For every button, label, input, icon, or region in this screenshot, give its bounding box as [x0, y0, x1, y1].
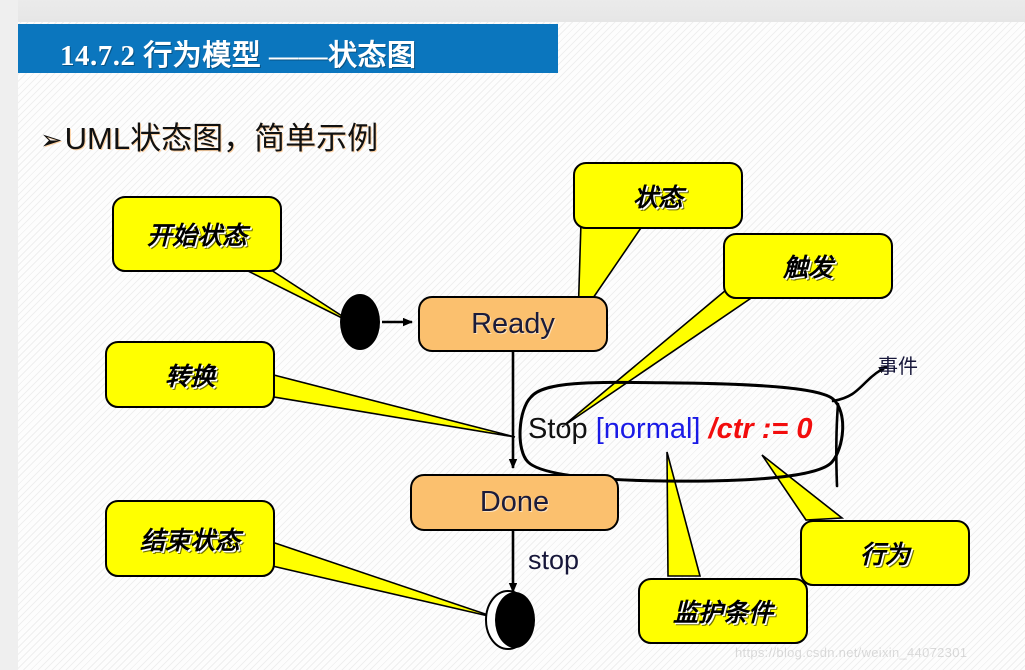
- callout-end-state[interactable]: 结束状态: [105, 500, 275, 577]
- callout-label-start: 开始状态: [146, 222, 247, 250]
- final-state-node: [485, 590, 535, 650]
- callout-label-guard: 监护条件: [672, 599, 773, 627]
- transition-action-text: /ctr := 0: [708, 413, 813, 445]
- callout-label-end: 结束状态: [139, 526, 240, 555]
- state-node-ready[interactable]: Ready: [418, 296, 608, 352]
- callout-state[interactable]: 状态: [573, 162, 743, 229]
- callout-guard-condition[interactable]: 监护条件: [638, 578, 808, 644]
- transition-event-text: Stop: [528, 413, 588, 445]
- callout-tail-trans: [265, 371, 516, 438]
- event-annotation-label: 事件: [878, 356, 918, 378]
- state-node-done[interactable]: Done: [410, 474, 619, 531]
- initial-state-node: [340, 294, 380, 350]
- callout-label-trans: 转换: [164, 362, 215, 391]
- callout-label-action: 行为: [859, 541, 910, 569]
- callout-start-state[interactable]: 开始状态: [112, 196, 282, 272]
- callout-action[interactable]: 行为: [800, 520, 970, 586]
- event-pointer-stem: [835, 402, 840, 488]
- state-label-ready: Ready: [471, 307, 555, 340]
- callout-label-state: 状态: [632, 183, 683, 212]
- slide-canvas: 14.7.2 行为模型 ——状态图 ➢UML状态图，简单示例 Ready Don…: [0, 0, 1025, 670]
- callout-trigger[interactable]: 触发: [723, 233, 893, 299]
- callout-transition[interactable]: 转换: [105, 341, 275, 408]
- transition-label-done-to-final: stop: [528, 545, 580, 575]
- callout-tail-guard: [666, 451, 702, 577]
- transition-guard-text: [normal]: [595, 413, 701, 445]
- callout-label-trigger: 触发: [782, 254, 833, 282]
- callout-tail-end: [265, 538, 498, 619]
- callout-tail-start: [231, 262, 357, 326]
- state-label-done: Done: [479, 486, 550, 518]
- watermark-text: https://blog.csdn.net/weixin_44072301: [735, 645, 968, 660]
- transition-label-stop: Stop [normal] /ctr := 0: [528, 413, 813, 446]
